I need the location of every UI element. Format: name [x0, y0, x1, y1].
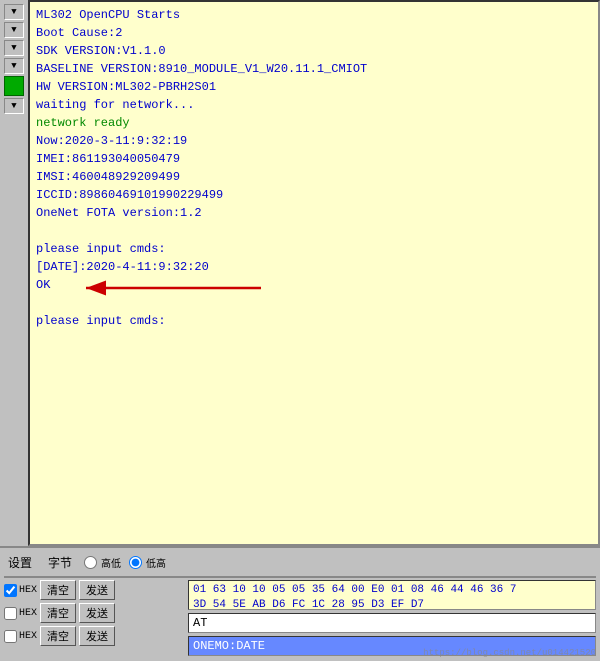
- main-container: ▼ ▼ ▼ ▼ ▼ ML302 OpenCPU Starts Boot Caus…: [0, 0, 600, 660]
- sidebar-btn-2[interactable]: ▼: [4, 22, 24, 38]
- input-right: 01 63 10 10 05 05 35 64 00 E0 01 08 46 4…: [188, 580, 596, 656]
- hex-check-3[interactable]: HEX: [4, 630, 37, 643]
- terminal-line-14: please input cmds:: [36, 240, 592, 258]
- left-sidebar: ▼ ▼ ▼ ▼ ▼: [0, 0, 28, 546]
- clear-btn-2[interactable]: 清空: [40, 603, 76, 623]
- terminal-line-13: [36, 222, 592, 240]
- sidebar-btn-1[interactable]: ▼: [4, 4, 24, 20]
- sidebar-btn-4[interactable]: ▼: [4, 58, 24, 74]
- send-btn-1[interactable]: 发送: [79, 580, 115, 600]
- send-btn-3[interactable]: 发送: [79, 626, 115, 646]
- hex-check-2[interactable]: HEX: [4, 607, 37, 620]
- terminal-line-7: network ready: [36, 114, 592, 132]
- input-row-1-controls: HEX 清空 发送: [4, 580, 184, 600]
- divider: [4, 576, 596, 578]
- clear-btn-3[interactable]: 清空: [40, 626, 76, 646]
- high-low-label: 高低: [101, 555, 121, 571]
- input-left: HEX 清空 发送 HEX 清空 发送: [4, 580, 184, 656]
- input-row-2-controls: HEX 清空 发送: [4, 603, 184, 623]
- sidebar-green-indicator: [4, 76, 24, 96]
- settings-label: 设置: [4, 552, 36, 573]
- arrow-annotation: [46, 268, 266, 308]
- terminal-line-2: Boot Cause:2: [36, 24, 592, 42]
- hex-line-1: 01 63 10 10 05 05 35 64 00 E0 01 08 46 4…: [193, 583, 591, 598]
- terminal-line-8: Now:2020-3-11:9:32:19: [36, 132, 592, 150]
- terminal-line-5: HW VERSION:ML302-PBRH2S01: [36, 78, 592, 96]
- terminal-line-1: ML302 OpenCPU Starts: [36, 6, 592, 24]
- hex-label-3: HEX: [19, 631, 37, 642]
- terminal-output[interactable]: ML302 OpenCPU Starts Boot Cause:2 SDK VE…: [28, 0, 600, 546]
- at-input-container: [188, 613, 596, 633]
- input-area: HEX 清空 发送 HEX 清空 发送: [4, 580, 596, 656]
- bottom-section: 设置 字节 高低 低高 HEX 清空: [0, 546, 600, 660]
- terminal-line-6: waiting for network...: [36, 96, 592, 114]
- byte-label: 字节: [44, 552, 76, 573]
- sidebar-btn-5[interactable]: ▼: [4, 98, 24, 114]
- terminal-section: ▼ ▼ ▼ ▼ ▼ ML302 OpenCPU Starts Boot Caus…: [0, 0, 600, 546]
- input-row-3-controls: HEX 清空 发送: [4, 626, 184, 646]
- hex-check-1[interactable]: HEX: [4, 584, 37, 597]
- terminal-line-10: IMSI:460048929209499: [36, 168, 592, 186]
- terminal-line-12: OneNet FOTA version:1.2: [36, 204, 592, 222]
- high-low-radio[interactable]: 高低: [84, 555, 121, 571]
- send-btn-2[interactable]: 发送: [79, 603, 115, 623]
- terminal-line-prompt: please input cmds:: [36, 312, 592, 330]
- terminal-line-4: BASELINE VERSION:8910_MODULE_V1_W20.11.1…: [36, 60, 592, 78]
- sidebar-btn-3[interactable]: ▼: [4, 40, 24, 56]
- terminal-line-9: IMEI:861193040050479: [36, 150, 592, 168]
- low-high-radio[interactable]: 低高: [129, 555, 166, 571]
- hex-display-1: 01 63 10 10 05 05 35 64 00 E0 01 08 46 4…: [188, 580, 596, 610]
- watermark: https://blog.csdn.net/u014421520: [423, 648, 596, 658]
- low-high-label: 低高: [146, 555, 166, 571]
- hex-label-2: HEX: [19, 608, 37, 619]
- terminal-line-3: SDK VERSION:V1.1.0: [36, 42, 592, 60]
- at-input[interactable]: [188, 613, 596, 633]
- hex-label-1: HEX: [19, 585, 37, 596]
- clear-btn-1[interactable]: 清空: [40, 580, 76, 600]
- terminal-line-11: ICCID:89860469101990229499: [36, 186, 592, 204]
- hex-line-2: 3D 54 5E AB D6 FC 1C 28 95 D3 EF D7: [193, 598, 591, 610]
